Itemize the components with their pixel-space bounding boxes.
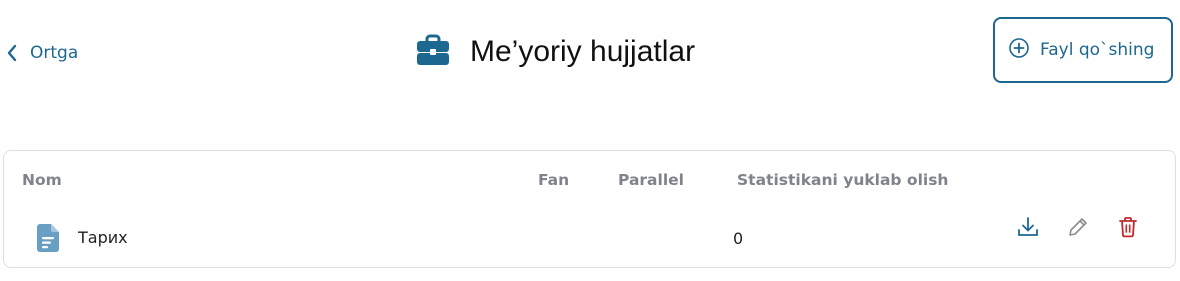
delete-button[interactable] bbox=[1115, 216, 1141, 242]
download-button[interactable] bbox=[1015, 216, 1041, 242]
add-file-label: Fayl qo`shing bbox=[1040, 40, 1155, 60]
pencil-icon bbox=[1067, 216, 1089, 243]
edit-button[interactable] bbox=[1065, 216, 1091, 242]
document-name[interactable]: Тарих bbox=[78, 228, 128, 247]
back-link[interactable]: Ortga bbox=[6, 38, 78, 68]
back-label: Ortga bbox=[30, 43, 79, 63]
column-header-fan[interactable]: Fan bbox=[538, 171, 569, 189]
download-icon bbox=[1017, 216, 1039, 243]
file-text-icon bbox=[37, 224, 59, 257]
column-header-name[interactable]: Nom bbox=[22, 171, 62, 189]
add-file-button[interactable]: Fayl qo`shing bbox=[993, 17, 1173, 83]
documents-table: Nom Fan Parallel Statistikani yuklab oli… bbox=[3, 150, 1176, 268]
trash-icon bbox=[1118, 216, 1138, 243]
page-header: Me’yoriy hujjatlar bbox=[416, 30, 695, 74]
briefcase-icon bbox=[416, 34, 450, 71]
table-row: Тарих 0 bbox=[4, 211, 1175, 261]
column-header-parallel[interactable]: Parallel bbox=[618, 171, 684, 189]
column-header-statistics[interactable]: Statistikani yuklab olish bbox=[737, 171, 948, 189]
page: Ortga Me’yoriy hujjatlar Fayl qo`shing N… bbox=[0, 0, 1180, 281]
page-title: Me’yoriy hujjatlar bbox=[470, 35, 696, 68]
chevron-left-icon bbox=[6, 43, 18, 63]
plus-circle-icon bbox=[1008, 37, 1030, 64]
statistics-value: 0 bbox=[733, 229, 744, 248]
